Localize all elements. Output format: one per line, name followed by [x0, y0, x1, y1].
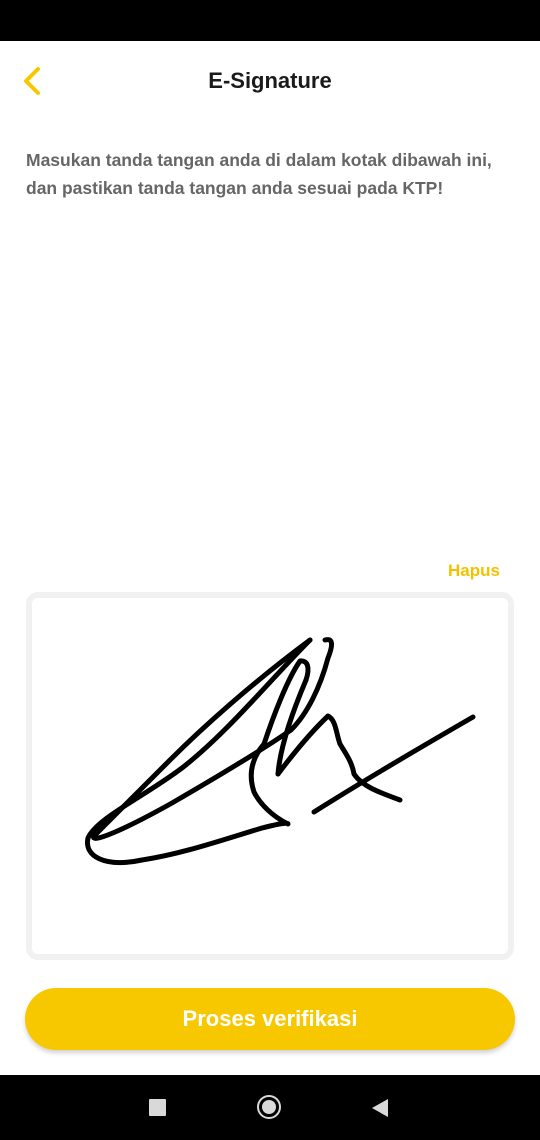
- page-title: E-Signature: [208, 68, 332, 93]
- instruction-text: Masukan tanda tangan anda di dalam kotak…: [26, 150, 492, 198]
- status-bar: [0, 0, 540, 41]
- system-nav-bar: [0, 1075, 540, 1140]
- square-icon[interactable]: [149, 1099, 166, 1116]
- circle-icon[interactable]: [257, 1095, 281, 1119]
- clear-signature-button[interactable]: Hapus: [448, 561, 500, 581]
- app-header: E-Signature: [0, 41, 540, 121]
- triangle-back-icon[interactable]: [372, 1099, 388, 1117]
- signature-pad[interactable]: [26, 592, 514, 960]
- submit-verification-button[interactable]: Proses verifikasi: [25, 988, 515, 1050]
- signature-drawing: [85, 637, 476, 866]
